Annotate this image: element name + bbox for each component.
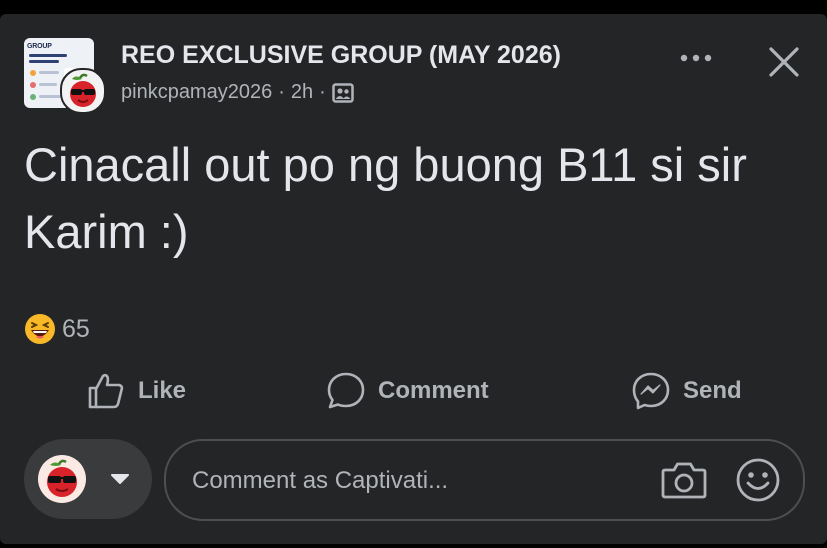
thumbs-up-icon bbox=[88, 373, 124, 409]
cherry-avatar-icon bbox=[70, 73, 96, 107]
close-icon bbox=[769, 47, 799, 77]
comment-composer bbox=[164, 439, 805, 521]
post-time[interactable]: 2h bbox=[291, 81, 313, 104]
comment-input[interactable] bbox=[190, 441, 634, 521]
like-button[interactable]: Like bbox=[86, 369, 186, 413]
author-name[interactable]: pinkcpamay2026 bbox=[121, 81, 272, 104]
post-body: Cinacall out po ng buong B11 si sir Kari… bbox=[24, 138, 747, 258]
like-label: Like bbox=[138, 377, 187, 404]
emoji-button[interactable] bbox=[734, 456, 782, 504]
group-avatar[interactable]: GROUP bbox=[24, 38, 106, 114]
cherry-avatar-icon bbox=[47, 459, 77, 497]
messenger-icon bbox=[632, 372, 670, 410]
smiley-icon bbox=[736, 458, 780, 502]
comment-label: Comment bbox=[378, 377, 489, 404]
author-avatar[interactable] bbox=[60, 68, 106, 114]
thumbnail-label: GROUP bbox=[27, 43, 52, 50]
meta-separator: · bbox=[319, 81, 326, 103]
post-meta: pinkcpamay2026 · 2h · bbox=[121, 81, 354, 104]
camera-icon bbox=[661, 462, 707, 499]
reactions-summary[interactable]: 65 bbox=[24, 313, 90, 345]
meta-separator: · bbox=[278, 81, 285, 103]
caret-down-icon bbox=[111, 474, 129, 484]
more-options-button[interactable] bbox=[678, 43, 714, 73]
grinning-squinting-face-icon bbox=[25, 314, 55, 344]
send-label: Send bbox=[683, 377, 742, 404]
group-name[interactable]: REO EXCLUSIVE GROUP (MAY 2026) bbox=[121, 41, 561, 70]
reaction-count: 65 bbox=[62, 314, 90, 343]
more-options-icon bbox=[680, 54, 712, 62]
send-button[interactable]: Send bbox=[631, 369, 742, 413]
close-button[interactable] bbox=[764, 42, 804, 82]
group-members-icon bbox=[332, 82, 354, 103]
camera-button[interactable] bbox=[660, 459, 708, 501]
speech-bubble-icon bbox=[327, 372, 365, 409]
profile-switcher[interactable] bbox=[24, 439, 152, 519]
commenter-avatar bbox=[38, 455, 86, 503]
comment-button[interactable]: Comment bbox=[326, 369, 489, 413]
